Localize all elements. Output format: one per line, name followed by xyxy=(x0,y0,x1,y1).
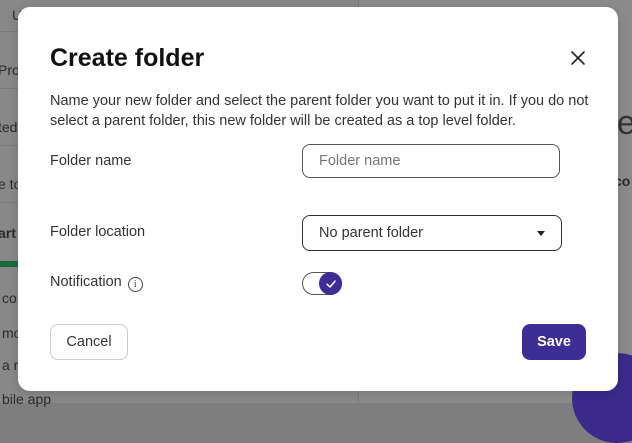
create-folder-dialog: Create folder Name your new folder and s… xyxy=(18,7,618,391)
folder-location-label: Folder location xyxy=(50,224,146,240)
toggle-knob xyxy=(319,272,342,295)
background-list-item: a r xyxy=(2,357,19,373)
notification-label: Notification xyxy=(50,274,122,290)
folder-name-input[interactable] xyxy=(302,144,560,178)
close-button[interactable] xyxy=(567,47,589,69)
notification-toggle[interactable] xyxy=(302,272,342,295)
info-icon[interactable]: i xyxy=(127,277,143,292)
background-list-item: ted xyxy=(0,119,18,135)
folder-location-value: No parent folder xyxy=(319,225,423,241)
dialog-title: Create folder xyxy=(50,44,205,72)
background-list-item: co xyxy=(2,290,17,306)
background-list-item: Pro xyxy=(0,62,20,78)
checkmark-icon xyxy=(325,279,336,288)
folder-location-select[interactable]: No parent folder xyxy=(302,215,562,251)
dropdown-caret-icon xyxy=(537,230,545,236)
dialog-description: Name your new folder and select the pare… xyxy=(50,93,589,129)
save-button[interactable]: Save xyxy=(522,324,586,360)
close-icon xyxy=(571,51,585,65)
background-list-item: art xyxy=(0,225,16,241)
cancel-button[interactable]: Cancel xyxy=(50,324,128,360)
notification-label-group: Notification i xyxy=(50,274,143,292)
folder-name-label: Folder name xyxy=(50,153,132,169)
background-list-item: bile app xyxy=(2,391,52,407)
